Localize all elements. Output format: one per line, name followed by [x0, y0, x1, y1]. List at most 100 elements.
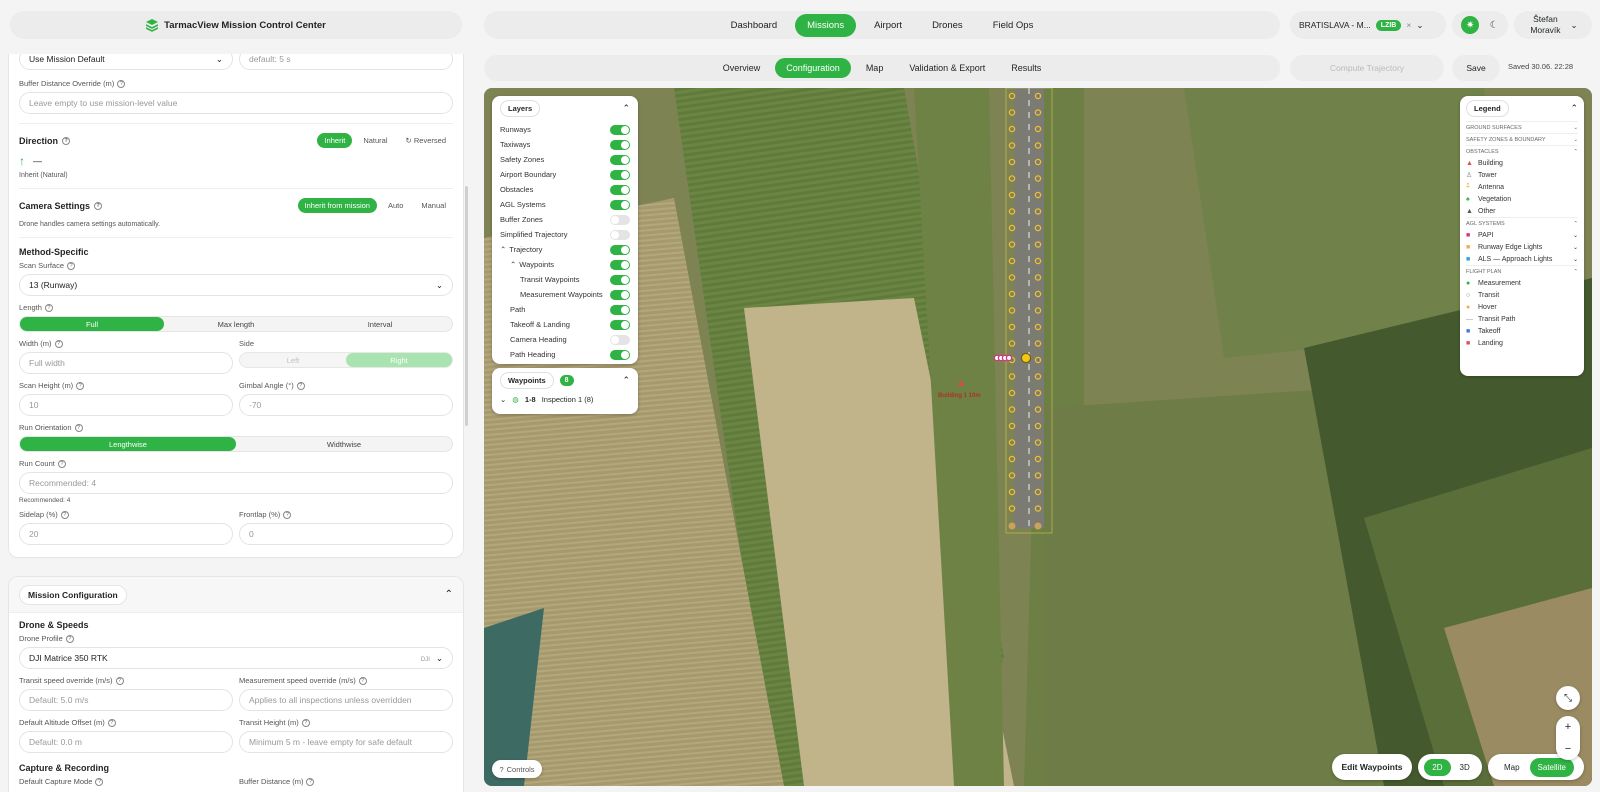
buffer-input[interactable]: Leave empty to use mission-level value	[19, 92, 453, 114]
side-right[interactable]: Right	[346, 353, 452, 367]
transit-waypoint	[1034, 340, 1042, 347]
compute-trajectory-button[interactable]: Compute Trajectory	[1290, 55, 1444, 81]
side-left[interactable]: Left	[240, 353, 346, 367]
nav-airport[interactable]: Airport	[862, 14, 914, 37]
layer-toggle[interactable]	[610, 259, 630, 270]
top-mode-select[interactable]: Use Mission Default ⌄	[19, 54, 233, 70]
alt-offset-input[interactable]: Default: 0.0 m	[19, 731, 233, 753]
gimbal-input[interactable]: -70	[239, 394, 453, 416]
airport-selector[interactable]: BRATISLAVA - M... LZIB × ⌄	[1290, 11, 1446, 39]
tab-results[interactable]: Results	[1000, 58, 1052, 78]
nav-missions[interactable]: Missions	[795, 13, 857, 37]
direction-reversed[interactable]: ↻ Reversed	[399, 133, 453, 148]
layer-toggle[interactable]	[610, 124, 630, 135]
legend-section-header[interactable]: FLIGHT PLAN ⌃	[1466, 265, 1578, 277]
sidelap-input[interactable]: 20	[19, 523, 233, 545]
basemap-map[interactable]: Map	[1498, 759, 1526, 776]
scan-height-input[interactable]: 10	[19, 394, 233, 416]
clear-icon[interactable]: ×	[1406, 20, 1411, 30]
meas-speed-input[interactable]: Applies to all inspections unless overri…	[239, 689, 453, 711]
tab-overview[interactable]: Overview	[712, 58, 772, 78]
zoom-out-icon[interactable]: −	[1565, 743, 1571, 755]
layer-toggle[interactable]	[610, 289, 630, 300]
zoom-in-icon[interactable]: +	[1565, 721, 1571, 733]
layer-label: Simplified Trajectory	[500, 230, 568, 239]
layer-toggle[interactable]	[610, 139, 630, 150]
scan-surface-select[interactable]: 13 (Runway) ⌄	[19, 274, 453, 296]
layer-toggle[interactable]	[610, 229, 630, 240]
transit-waypoint	[1034, 488, 1042, 496]
inspection-settings-card: Use Mission Default ⌄ default: 5 s Buffer…	[8, 54, 464, 558]
run-count-label: Run Count?	[19, 459, 453, 468]
layer-toggle[interactable]	[610, 169, 630, 180]
chevron-up-icon[interactable]: ⌃	[622, 103, 630, 114]
layer-row: Takeoff & Landing	[500, 317, 630, 332]
tab-validation[interactable]: Validation & Export	[898, 58, 996, 78]
legend-item: — Transit Path	[1466, 315, 1516, 323]
transit-waypoint	[1008, 307, 1016, 314]
mode-3d[interactable]: 3D	[1454, 759, 1476, 776]
camera-manual[interactable]: Manual	[414, 198, 453, 213]
legend-section-header[interactable]: OBSTACLES ⌃	[1466, 145, 1578, 157]
user-menu[interactable]: Štefan Moravík ⌄	[1514, 11, 1592, 39]
run-count-input[interactable]: Recommended: 4	[19, 472, 453, 494]
camera-inherit[interactable]: Inherit from mission	[297, 198, 377, 213]
length-full[interactable]: Full	[20, 317, 164, 331]
nav-drones[interactable]: Drones	[920, 14, 975, 37]
drone-profile-select[interactable]: DJI Matrice 350 RTK DJI ⌄	[19, 647, 453, 669]
chevron-down-icon: ⌄	[1570, 19, 1578, 30]
tab-map[interactable]: Map	[855, 58, 895, 78]
frontlap-input[interactable]: 0	[239, 523, 453, 545]
top-default-input[interactable]: default: 5 s	[239, 54, 453, 70]
camera-auto[interactable]: Auto	[381, 198, 410, 213]
nav-dashboard[interactable]: Dashboard	[719, 14, 789, 37]
moon-icon[interactable]: ☾	[1490, 20, 1499, 31]
length-interval[interactable]: Interval	[308, 317, 452, 331]
compass-reset-button[interactable]: ⤡	[1556, 686, 1580, 710]
transit-waypoint	[1034, 455, 1042, 463]
map-view[interactable]: Building 1 10m ▲ Layers ⌃ Runways Taxiway…	[484, 88, 1592, 786]
run-widthwise[interactable]: Widthwise	[236, 437, 452, 451]
chevron-up-icon[interactable]: ⌃	[445, 589, 453, 600]
layer-toggle[interactable]	[610, 244, 630, 255]
length-max[interactable]: Max length	[164, 317, 308, 331]
edit-waypoints-button[interactable]: Edit Waypoints	[1332, 754, 1412, 780]
layer-toggle[interactable]	[610, 304, 630, 315]
legend-section-header[interactable]: GROUND SURFACES ⌄	[1466, 121, 1578, 133]
direction-natural[interactable]: Natural	[356, 133, 394, 148]
save-button[interactable]: Save	[1452, 55, 1500, 81]
chevron-up-icon[interactable]: ⌃	[1570, 103, 1578, 114]
nav-field-ops[interactable]: Field Ops	[981, 14, 1046, 37]
legend-symbol-icon: —	[1466, 315, 1473, 323]
mode-2d[interactable]: 2D	[1424, 758, 1451, 776]
transit-speed-input[interactable]: Default: 5.0 m/s	[19, 689, 233, 711]
tab-configuration[interactable]: Configuration	[775, 58, 851, 78]
zoom-controls: + −	[1556, 716, 1580, 760]
chevron-up-icon[interactable]: ⌃	[622, 375, 630, 386]
legend-section-header[interactable]: AGL SYSTEMS ⌃	[1466, 217, 1578, 229]
transit-waypoint	[1008, 422, 1016, 430]
layer-toggle[interactable]	[610, 199, 630, 210]
layer-toggle[interactable]	[610, 349, 630, 360]
layer-toggle[interactable]	[610, 319, 630, 330]
width-input[interactable]: Full width	[19, 352, 233, 374]
run-lengthwise[interactable]: Lengthwise	[20, 437, 236, 451]
layer-toggle[interactable]	[610, 184, 630, 195]
layer-toggle[interactable]	[610, 274, 630, 285]
layer-toggle[interactable]	[610, 154, 630, 165]
sun-icon[interactable]: ✷	[1461, 16, 1480, 34]
controls-button[interactable]: ? Controls	[492, 760, 542, 778]
direction-inherit[interactable]: Inherit	[317, 133, 353, 148]
basemap-satellite[interactable]: Satellite	[1529, 757, 1575, 777]
scrollbar[interactable]	[465, 186, 468, 426]
legend-section-header[interactable]: SAFETY ZONES & BOUNDARY ⌄	[1466, 133, 1578, 145]
transit-height-input[interactable]: Minimum 5 m - leave empty for safe defau…	[239, 731, 453, 753]
chevron-up-icon[interactable]: ⌃	[500, 245, 506, 254]
layer-toggle[interactable]	[610, 214, 630, 225]
waypoint-group[interactable]: ⌄ ◍ 1-8 Inspection 1 (8)	[500, 395, 630, 404]
theme-toggle[interactable]: ✷ ☾	[1452, 11, 1508, 39]
layer-toggle[interactable]	[610, 334, 630, 345]
chevron-up-icon[interactable]: ⌃	[510, 260, 516, 269]
legend-symbol-icon: ■	[1466, 339, 1471, 347]
transit-waypoint	[1034, 307, 1042, 314]
